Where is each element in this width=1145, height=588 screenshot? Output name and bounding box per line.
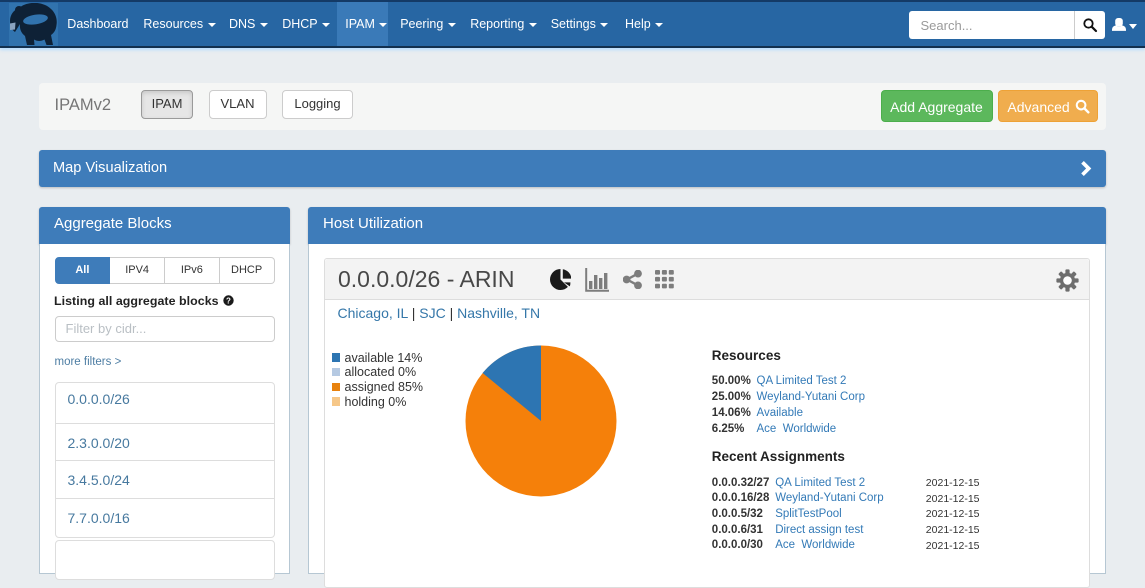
svg-text:?: ? (226, 296, 231, 305)
